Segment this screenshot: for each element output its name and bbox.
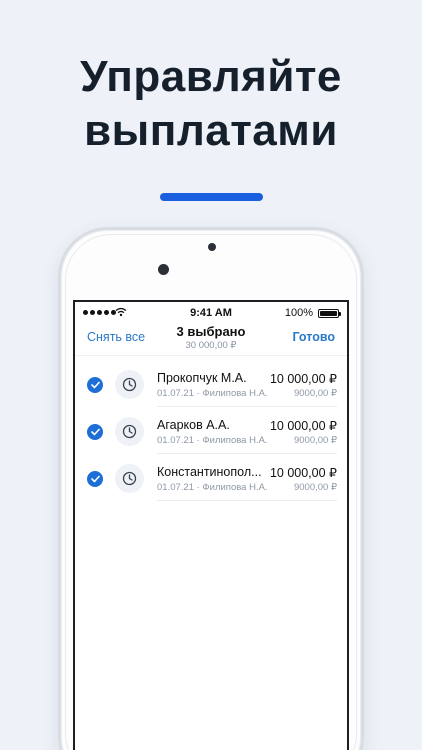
phone-sensor xyxy=(208,243,216,251)
payment-amount: 10 000,00 ₽ xyxy=(269,466,337,480)
payment-row-body: Прокопчук М.А. 10 000,00 ₽ 01.07.21 · Фи… xyxy=(157,360,337,407)
headline-line-2: выплатами xyxy=(84,106,338,155)
battery-percent: 100% xyxy=(284,307,313,319)
payments-list: Прокопчук М.А. 10 000,00 ₽ 01.07.21 · Фи… xyxy=(75,360,347,501)
payment-net-amount: 9000,00 ₽ xyxy=(293,388,337,399)
recipient-name: Агарков А.А. xyxy=(157,418,230,432)
status-bar: 9:41 AM 100% xyxy=(75,302,347,324)
payment-amount: 10 000,00 ₽ xyxy=(269,419,337,433)
nav-bar: Снять все 3 выбрано 30 000,00 ₽ Готово xyxy=(75,324,347,356)
payment-row[interactable]: Агарков А.А. 10 000,00 ₽ 01.07.21 · Фили… xyxy=(75,407,347,454)
payment-meta: 01.07.21 · Филипова Н.А. xyxy=(157,482,268,493)
checkbox-checked-icon[interactable] xyxy=(87,424,103,440)
checkbox-checked-icon[interactable] xyxy=(87,471,103,487)
promo-headline: Управляйте выплатами xyxy=(0,50,422,158)
phone-screen: 9:41 AM 100% Снять все 3 выбрано 30 000,… xyxy=(73,300,349,750)
phone-camera xyxy=(158,264,169,275)
done-button[interactable]: Готово xyxy=(292,330,335,344)
recipient-name: Прокопчук М.А. xyxy=(157,371,247,385)
payment-net-amount: 9000,00 ₽ xyxy=(293,482,337,493)
accent-bar xyxy=(160,193,263,201)
clock-icon xyxy=(115,417,144,446)
payment-row-body: Агарков А.А. 10 000,00 ₽ 01.07.21 · Фили… xyxy=(157,407,337,454)
payment-meta: 01.07.21 · Филипова Н.А. xyxy=(157,388,268,399)
payment-row-body: Константинопол... 10 000,00 ₽ 01.07.21 ·… xyxy=(157,454,337,501)
clock-icon xyxy=(115,370,144,399)
payment-amount: 10 000,00 ₽ xyxy=(269,372,337,386)
clock-icon xyxy=(115,464,144,493)
payment-meta: 01.07.21 · Филипова Н.А. xyxy=(157,435,268,446)
payment-row[interactable]: Прокопчук М.А. 10 000,00 ₽ 01.07.21 · Фи… xyxy=(75,360,347,407)
payment-net-amount: 9000,00 ₽ xyxy=(293,435,337,446)
headline-line-1: Управляйте xyxy=(80,52,342,101)
payment-row[interactable]: Константинопол... 10 000,00 ₽ 01.07.21 ·… xyxy=(75,454,347,501)
recipient-name: Константинопол... xyxy=(157,465,262,479)
checkbox-checked-icon[interactable] xyxy=(87,377,103,393)
battery-icon xyxy=(318,309,341,318)
